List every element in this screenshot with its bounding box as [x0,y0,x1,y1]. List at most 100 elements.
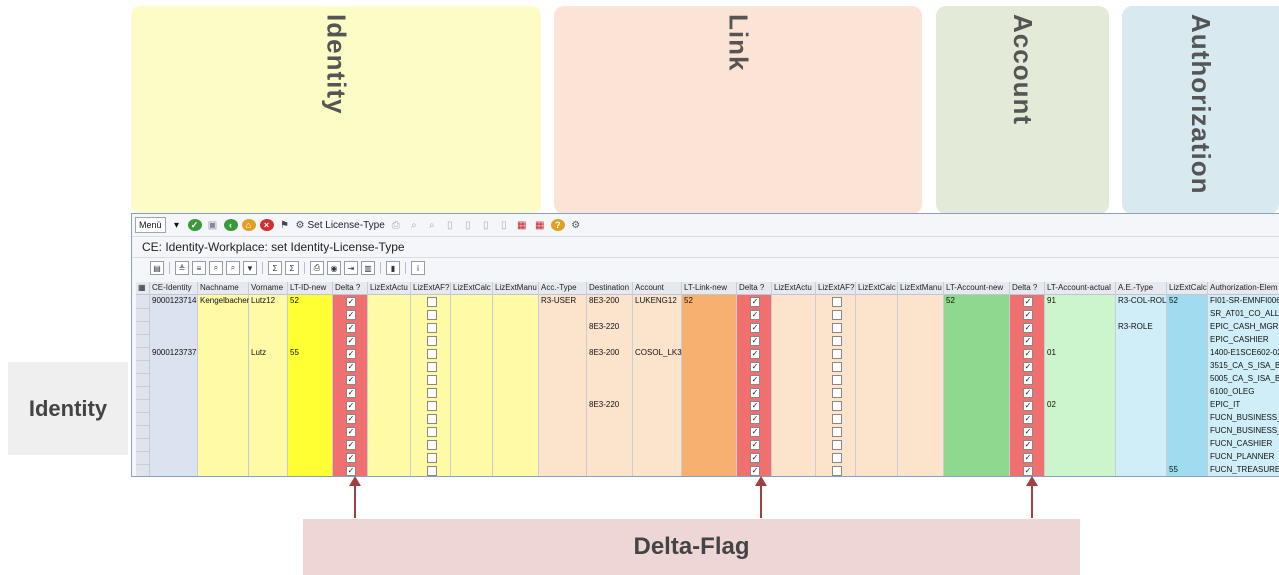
last-page-icon[interactable]: ▯ [497,218,511,232]
delta-checkbox[interactable]: ✓ [750,375,760,385]
lizextaf-checkbox[interactable] [426,375,437,385]
delta-checkbox[interactable]: ✓ [346,310,356,320]
find-icon[interactable]: ⌕ [209,261,223,275]
cell-account[interactable]: COSOL_LK30 [633,348,686,357]
cell-identity[interactable]: 9000123737 [150,348,197,357]
row-selector[interactable] [136,386,149,400]
header-lizextaf[interactable]: LizExtAF? [816,282,855,295]
cell-authorization-element[interactable]: FUCN_BUSINESS_E [1208,413,1279,422]
delta-checkbox[interactable]: ✓ [346,427,356,437]
cell-acc-type[interactable]: R3-USER [539,296,576,305]
delta-checkbox[interactable]: ✓ [1023,453,1033,463]
delta-checkbox[interactable]: ✓ [1023,440,1033,450]
delta-checkbox[interactable]: ✓ [750,388,760,398]
header-lt-id-new[interactable]: LT-ID-new [288,282,332,295]
header-ce-identity[interactable]: CE-Identity [150,282,197,295]
cell-vorname[interactable]: Lutz12 [249,296,275,305]
lizextaf-checkbox[interactable] [831,427,842,437]
cell-authorization-element[interactable]: EPIC_IT [1208,400,1240,409]
cell-identity[interactable]: 9000123714 [150,296,197,305]
save-icon[interactable]: ▣ [206,218,220,232]
details-icon[interactable]: ▤ [150,261,164,275]
delta-checkbox[interactable]: ✓ [1023,466,1033,476]
lizextaf-checkbox[interactable] [426,453,437,463]
row-selector[interactable] [136,334,149,348]
lizextaf-checkbox[interactable] [831,401,842,411]
lizextaf-checkbox[interactable] [831,375,842,385]
lizextaf-checkbox[interactable] [426,336,437,346]
lizextaf-checkbox[interactable] [426,401,437,411]
lizextaf-checkbox[interactable] [426,297,437,307]
delta-checkbox[interactable]: ✓ [750,401,760,411]
next-page-icon[interactable]: ▯ [479,218,493,232]
row-selector[interactable] [136,308,149,322]
cell-lt-account-actual[interactable]: 02 [1045,400,1056,409]
delta-checkbox[interactable]: ✓ [750,466,760,476]
cell-authorization-element[interactable]: 3515_CA_S_ISA_B [1208,361,1279,370]
header-lizextmanu[interactable]: LizExtManu [898,282,943,295]
delta-checkbox[interactable]: ✓ [750,440,760,450]
cell-lt-account-actual[interactable]: 01 [1045,348,1056,357]
cell-authorization-element[interactable]: 1400-E1SCE602-02 [1208,348,1279,357]
delta-checkbox[interactable]: ✓ [750,453,760,463]
delta-checkbox[interactable]: ✓ [346,453,356,463]
layout-icon[interactable]: ▥ [361,261,375,275]
delta-checkbox[interactable]: ✓ [1023,414,1033,424]
row-selector[interactable] [136,360,149,374]
delta-checkbox[interactable]: ✓ [346,336,356,346]
lizextaf-checkbox[interactable] [831,440,842,450]
lizextaf-checkbox[interactable] [831,388,842,398]
lizextaf-checkbox[interactable] [831,349,842,359]
print-icon[interactable]: ⎙ [310,261,324,275]
cell-authorization-element[interactable]: FI01-SR-EMNFI006 [1208,296,1279,305]
delta-checkbox[interactable]: ✓ [750,336,760,346]
header-destination[interactable]: Destination [587,282,632,295]
header-delta[interactable]: Delta ? [1010,282,1044,295]
delta-checkbox[interactable]: ✓ [1023,297,1033,307]
info-icon[interactable]: i [411,261,425,275]
set-license-type-button[interactable]: ⚙ Set License-Type [296,218,385,232]
cell-authorization-element[interactable]: EPIC_CASH_MGR [1208,322,1278,331]
delta-checkbox[interactable]: ✓ [346,414,356,424]
filter-icon[interactable]: ▼ [243,261,257,275]
cell-vorname[interactable]: Lutz [249,348,266,357]
layout2-icon[interactable]: ▦ [533,218,547,232]
row-selector[interactable] [136,295,149,309]
exit-icon[interactable]: ⌂ [241,219,256,231]
layout-icon[interactable]: ▦ [515,218,529,232]
cell-lt-account-new[interactable]: 52 [944,296,955,305]
header-authorization-element[interactable]: Authorization-Elem [1208,282,1279,295]
lizextaf-checkbox[interactable] [426,310,437,320]
header-lizextactu[interactable]: LizExtActu [772,282,815,295]
find-next-icon[interactable]: ⌕ [425,218,439,232]
sort-desc-icon[interactable]: ≡ [192,261,206,275]
execute-icon[interactable]: ⚑ [278,218,292,232]
cell-account[interactable]: LUKENG12 [633,296,677,305]
delta-checkbox[interactable]: ✓ [1023,323,1033,333]
header-ae-type[interactable]: A.E.-Type [1116,282,1166,295]
header-vorname[interactable]: Vorname [249,282,287,295]
header-lizextcalc[interactable]: LizExtCalc [1167,282,1207,295]
cancel-icon[interactable]: × [259,219,274,231]
delta-checkbox[interactable]: ✓ [1023,388,1033,398]
header-lizextcalc[interactable]: LizExtCalc [451,282,492,295]
cell-nachname[interactable]: Kengelbacher [198,296,249,305]
delta-checkbox[interactable]: ✓ [750,310,760,320]
cell-lt-account-actual[interactable]: 91 [1045,296,1056,305]
delta-checkbox[interactable]: ✓ [750,414,760,424]
header-delta[interactable]: Delta ? [333,282,367,295]
lizextaf-checkbox[interactable] [831,362,842,372]
first-page-icon[interactable]: ▯ [443,218,457,232]
header-acc-type[interactable]: Acc.-Type [539,282,586,295]
lizextaf-checkbox[interactable] [426,414,437,424]
delta-checkbox[interactable]: ✓ [1023,336,1033,346]
lizextaf-checkbox[interactable] [831,414,842,424]
delta-checkbox[interactable]: ✓ [346,297,356,307]
sort-asc-icon[interactable]: ≜ [175,261,189,275]
delta-checkbox[interactable]: ✓ [750,349,760,359]
lizextaf-checkbox[interactable] [426,440,437,450]
delta-checkbox[interactable]: ✓ [750,427,760,437]
row-selector[interactable] [136,399,149,413]
lizextaf-checkbox[interactable] [426,388,437,398]
delta-checkbox[interactable]: ✓ [346,375,356,385]
